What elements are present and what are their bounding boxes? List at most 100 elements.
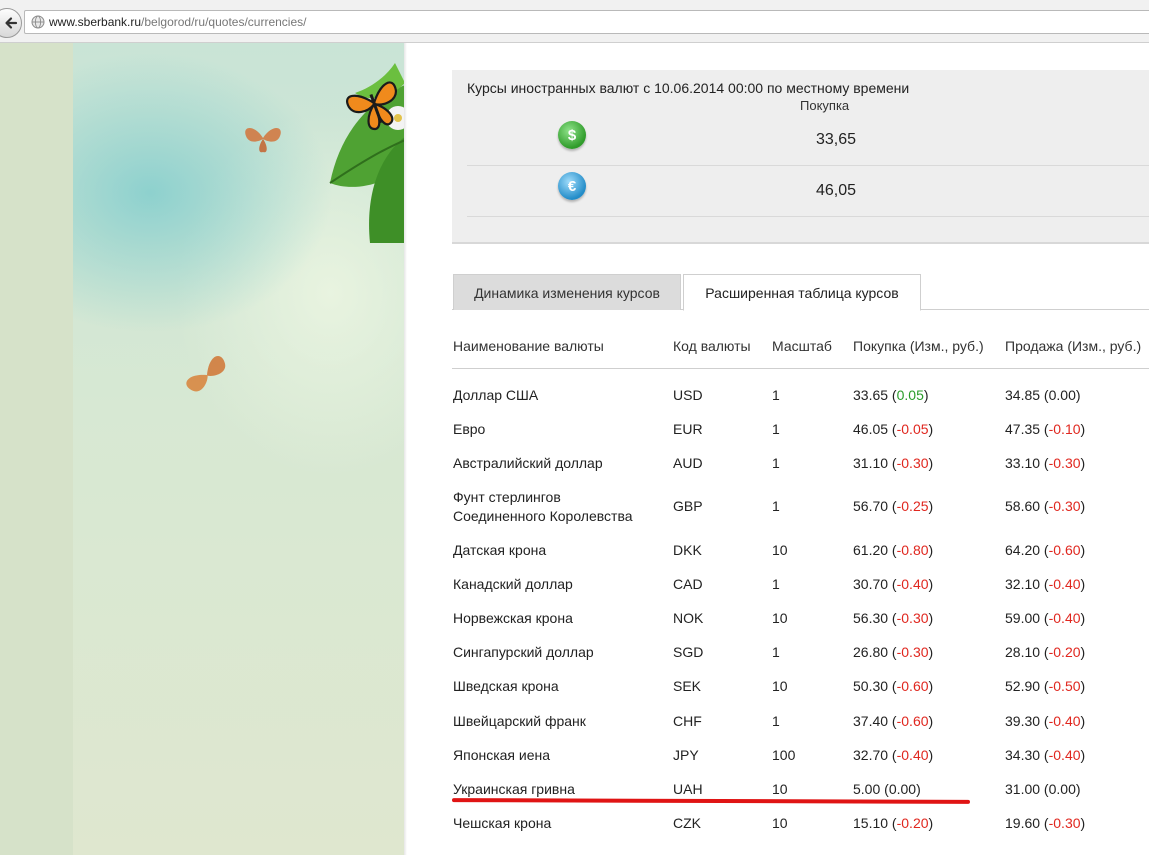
currency-name-line1: Фунт стерлингов — [453, 489, 561, 505]
buy-price-value: 37.40 — [853, 713, 889, 729]
buy-price: 56.70 (-0.25) — [853, 498, 934, 514]
currency-code: CAD — [673, 576, 703, 592]
sell-price: 31.00 (0.00) — [1005, 781, 1081, 797]
buy-price: 26.80 (-0.30) — [853, 644, 934, 660]
buy-price: 32.70 (-0.40) — [853, 747, 934, 763]
buy-price-value: 31.10 — [853, 455, 889, 471]
currency-name: Фунт стерлингов Соединенного Королевства — [453, 488, 633, 526]
currency-code: UAH — [673, 781, 703, 797]
url-field[interactable]: www.sberbank.ru/belgorod/ru/quotes/curre… — [24, 10, 1149, 34]
sell-price-value: 39.30 — [1005, 713, 1041, 729]
sell-price-change: -0.20 — [1048, 644, 1081, 660]
buy-price-value: 33.65 — [853, 387, 889, 403]
sell-price-value: 32.10 — [1005, 576, 1041, 592]
buy-price-change: -0.40 — [896, 747, 929, 763]
sell-price-change: -0.40 — [1048, 610, 1081, 626]
globe-icon — [31, 15, 45, 29]
buy-price-value: 15.10 — [853, 815, 889, 831]
currency-scale: 10 — [772, 781, 788, 797]
buy-price: 46.05 (-0.05) — [853, 421, 934, 437]
currency-scale: 10 — [772, 610, 788, 626]
sell-price-change: -0.30 — [1048, 815, 1081, 831]
currency-code: NOK — [673, 610, 704, 626]
buy-price-value: 32.70 — [853, 747, 889, 763]
buy-price: 50.30 (-0.60) — [853, 678, 934, 694]
sell-price: 33.10 (-0.30) — [1005, 455, 1086, 471]
buy-price: 30.70 (-0.40) — [853, 576, 934, 592]
buy-price-value: 56.30 — [853, 610, 889, 626]
buy-price-value: 26.80 — [853, 644, 889, 660]
browser-address-bar: www.sberbank.ru/belgorod/ru/quotes/curre… — [0, 0, 1149, 43]
buy-price: 33.65 (0.05) — [853, 387, 929, 403]
sell-price: 47.35 (-0.10) — [1005, 421, 1086, 437]
currency-scale: 1 — [772, 421, 780, 437]
buy-price: 15.10 (-0.20) — [853, 815, 934, 831]
currency-code: CZK — [673, 815, 701, 831]
currency-code: DKK — [673, 542, 702, 558]
sell-price: 52.90 (-0.50) — [1005, 678, 1086, 694]
buy-price-change: -0.80 — [896, 542, 929, 558]
background-strip — [0, 43, 73, 855]
header-currency-name: Наименование валюты — [453, 338, 604, 354]
currency-code: SGD — [673, 644, 704, 660]
red-underline-annotation — [451, 798, 971, 804]
buy-price-change: -0.30 — [896, 610, 929, 626]
butterfly-icon — [346, 81, 397, 130]
currency-name: Канадский доллар — [453, 576, 573, 592]
back-arrow-icon — [5, 17, 18, 29]
buy-price-change: -0.20 — [896, 815, 929, 831]
currency-name: Украинская гривна — [453, 781, 575, 797]
sell-price-value: 47.35 — [1005, 421, 1041, 437]
currency-scale: 100 — [772, 747, 796, 763]
currency-scale: 10 — [772, 678, 788, 694]
sell-price: 64.20 (-0.60) — [1005, 542, 1086, 558]
currency-scale: 10 — [772, 542, 788, 558]
buy-price-change: -0.60 — [896, 678, 929, 694]
sell-price-value: 34.85 — [1005, 387, 1041, 403]
currency-scale: 1 — [772, 455, 780, 471]
sell-price-change: -0.30 — [1048, 498, 1081, 514]
sell-price-value: 52.90 — [1005, 678, 1041, 694]
sell-price-change: -0.10 — [1048, 421, 1081, 437]
euro-coin-icon: € — [558, 172, 586, 200]
sell-price-value: 31.00 — [1005, 781, 1041, 797]
sell-price-change: -0.40 — [1048, 576, 1081, 592]
rate-row-eur: € 46,05 — [467, 166, 1149, 217]
currency-name: Евро — [453, 421, 486, 437]
buy-price-value: 5.00 — [853, 781, 881, 797]
url-path: /belgorod/ru/quotes/currencies/ — [141, 15, 307, 29]
currency-name: Чешская крона — [453, 815, 552, 831]
buy-price-change: 0.05 — [896, 387, 924, 403]
currency-code: GBP — [673, 498, 703, 514]
sell-price-change: -0.60 — [1048, 542, 1081, 558]
sell-price: 34.85 (0.00) — [1005, 387, 1081, 403]
currency-code: CHF — [673, 713, 702, 729]
tab-rate-dynamics[interactable]: Динамика изменения курсов — [453, 274, 681, 310]
currency-scale: 1 — [772, 498, 780, 514]
sell-price-change: -0.30 — [1048, 455, 1081, 471]
sell-price: 28.10 (-0.20) — [1005, 644, 1086, 660]
url-host: www.sberbank.ru — [49, 15, 142, 29]
currency-name: Австралийский доллар — [453, 455, 603, 471]
buy-price: 5.00 (0.00) — [853, 781, 921, 797]
header-buy: Покупка (Изм., руб.) — [853, 338, 984, 354]
tab-extended-table[interactable]: Расширенная таблица курсов — [683, 274, 921, 311]
sell-price-change: -0.50 — [1048, 678, 1081, 694]
buy-price: 61.20 (-0.80) — [853, 542, 934, 558]
rate-row-usd: $ 33,65 — [467, 115, 1149, 166]
dollar-coin-icon: $ — [558, 121, 586, 149]
back-button[interactable] — [0, 8, 22, 38]
currency-name: Швейцарский франк — [453, 713, 586, 729]
header-scale: Масштаб — [772, 338, 832, 354]
sell-price-change: -0.40 — [1048, 747, 1081, 763]
sell-price-value: 59.00 — [1005, 610, 1041, 626]
header-divider — [452, 368, 1149, 369]
buy-price-value: 50.30 — [853, 678, 889, 694]
sell-price: 39.30 (-0.40) — [1005, 713, 1086, 729]
currency-name-line2: Соединенного Королевства — [453, 508, 633, 524]
rate-value: 46,05 — [816, 182, 857, 199]
sell-price-value: 58.60 — [1005, 498, 1041, 514]
sell-price-value: 64.20 — [1005, 542, 1041, 558]
rate-value: 33,65 — [816, 131, 857, 148]
currency-name: Норвежская крона — [453, 610, 573, 626]
